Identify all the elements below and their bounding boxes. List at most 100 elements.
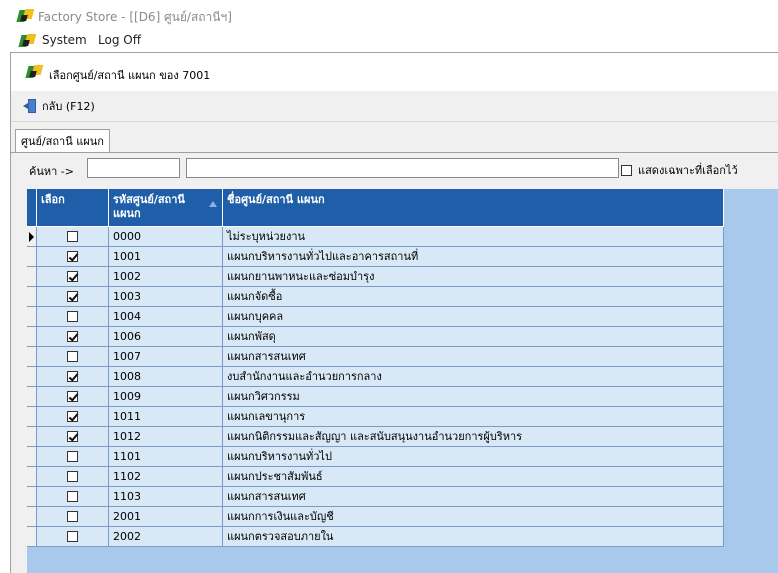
row-select-checkbox[interactable]: [67, 491, 78, 502]
menu-bar: System Log Off: [0, 30, 778, 52]
menu-item-system[interactable]: System: [42, 33, 87, 47]
code-cell[interactable]: 1001: [109, 247, 223, 267]
row-select-checkbox[interactable]: [67, 391, 78, 402]
code-cell[interactable]: 2001: [109, 507, 223, 527]
name-cell[interactable]: แผนกพัสดุ: [223, 327, 724, 347]
name-cell[interactable]: แผนกจัดซื้อ: [223, 287, 724, 307]
row-indicator[interactable]: [27, 287, 37, 307]
table-row[interactable]: 1001 แผนกบริหารงานทั่วไปและอาคารสถานที่: [27, 247, 724, 267]
code-cell[interactable]: 1011: [109, 407, 223, 427]
row-select-checkbox[interactable]: [67, 251, 78, 262]
name-cell[interactable]: ไม่ระบุหน่วยงาน: [223, 227, 724, 247]
search-input[interactable]: [87, 158, 180, 178]
name-cell[interactable]: แผนกวิศวกรรม: [223, 387, 724, 407]
row-select-checkbox[interactable]: [67, 231, 78, 242]
row-select-checkbox[interactable]: [67, 351, 78, 362]
column-header-select[interactable]: เลือก: [37, 189, 109, 227]
code-cell[interactable]: 1008: [109, 367, 223, 387]
row-indicator[interactable]: [27, 327, 37, 347]
name-cell[interactable]: แผนกนิติกรรมและสัญญา และสนับสนุนงานอำนวย…: [223, 427, 724, 447]
table-row[interactable]: 0000 ไม่ระบุหน่วยงาน: [27, 227, 724, 247]
exit-door-icon: [23, 99, 37, 113]
table-row[interactable]: 1102 แผนกประชาสัมพันธ์: [27, 467, 724, 487]
tab-center-department[interactable]: ศูนย์/สถานี แผนก: [15, 129, 110, 152]
select-cell: [37, 287, 109, 307]
name-cell[interactable]: งบสำนักงานและอำนวยการกลาง: [223, 367, 724, 387]
code-cell[interactable]: 0000: [109, 227, 223, 247]
back-button-label: กลับ (F12): [42, 100, 95, 113]
code-cell[interactable]: 1006: [109, 327, 223, 347]
table-row[interactable]: 1009 แผนกวิศวกรรม: [27, 387, 724, 407]
column-header-code-label: รหัสศูนย์/สถานี แผนก: [113, 193, 185, 220]
table-row[interactable]: 1007 แผนกสารสนเทศ: [27, 347, 724, 367]
table-row[interactable]: 1002 แผนกยานพาหนะและซ่อมบำรุง: [27, 267, 724, 287]
table-row[interactable]: 1103 แผนกสารสนเทศ: [27, 487, 724, 507]
row-indicator[interactable]: [27, 307, 37, 327]
column-header-name[interactable]: ชื่อศูนย์/สถานี แผนก: [223, 189, 724, 227]
name-cell[interactable]: แผนกสารสนเทศ: [223, 347, 724, 367]
table-row[interactable]: 1004 แผนกบุคคล: [27, 307, 724, 327]
name-cell[interactable]: แผนกเลขานุการ: [223, 407, 724, 427]
code-cell[interactable]: 1003: [109, 287, 223, 307]
row-indicator[interactable]: [27, 387, 37, 407]
search-input-secondary[interactable]: [186, 158, 619, 178]
row-indicator[interactable]: [27, 427, 37, 447]
name-cell[interactable]: แผนกสารสนเทศ: [223, 487, 724, 507]
code-cell[interactable]: 1012: [109, 427, 223, 447]
table-row[interactable]: 1101 แผนกบริหารงานทั่วไป: [27, 447, 724, 467]
code-cell[interactable]: 1004: [109, 307, 223, 327]
name-cell[interactable]: แผนกบริหารงานทั่วไป: [223, 447, 724, 467]
select-cell: [37, 307, 109, 327]
table-row[interactable]: 2002 แผนกตรวจสอบภายใน: [27, 527, 724, 547]
row-indicator[interactable]: [27, 467, 37, 487]
code-cell[interactable]: 2002: [109, 527, 223, 547]
row-select-checkbox[interactable]: [67, 331, 78, 342]
row-select-checkbox[interactable]: [67, 531, 78, 542]
row-indicator[interactable]: [27, 507, 37, 527]
row-indicator[interactable]: [27, 527, 37, 547]
back-button[interactable]: กลับ (F12): [19, 96, 99, 116]
show-selected-only-toggle[interactable]: แสดงเฉพาะที่เลือกไว้: [621, 161, 738, 179]
row-indicator[interactable]: [27, 227, 37, 247]
menu-item-log-off[interactable]: Log Off: [98, 33, 141, 47]
app-menu-icon[interactable]: [18, 34, 37, 48]
row-indicator[interactable]: [27, 407, 37, 427]
row-select-checkbox[interactable]: [67, 271, 78, 282]
code-cell[interactable]: 1009: [109, 387, 223, 407]
select-cell: [37, 467, 109, 487]
name-cell[interactable]: แผนกบริหารงานทั่วไปและอาคารสถานที่: [223, 247, 724, 267]
table-row[interactable]: 1006 แผนกพัสดุ: [27, 327, 724, 347]
column-header-code[interactable]: รหัสศูนย์/สถานี แผนก: [109, 189, 223, 227]
code-cell[interactable]: 1101: [109, 447, 223, 467]
show-selected-only-checkbox[interactable]: [621, 164, 632, 176]
code-cell[interactable]: 1103: [109, 487, 223, 507]
table-row[interactable]: 1003 แผนกจัดซื้อ: [27, 287, 724, 307]
row-select-checkbox[interactable]: [67, 511, 78, 522]
row-indicator[interactable]: [27, 367, 37, 387]
name-cell[interactable]: แผนกประชาสัมพันธ์: [223, 467, 724, 487]
name-cell[interactable]: แผนกบุคคล: [223, 307, 724, 327]
row-indicator[interactable]: [27, 487, 37, 507]
row-indicator[interactable]: [27, 247, 37, 267]
name-cell[interactable]: แผนกตรวจสอบภายใน: [223, 527, 724, 547]
row-select-checkbox[interactable]: [67, 411, 78, 422]
table-row[interactable]: 1011 แผนกเลขานุการ: [27, 407, 724, 427]
row-select-checkbox[interactable]: [67, 291, 78, 302]
row-select-checkbox[interactable]: [67, 311, 78, 322]
row-select-checkbox[interactable]: [67, 471, 78, 482]
table-row[interactable]: 2001 แผนกการเงินและบัญชี: [27, 507, 724, 527]
row-indicator[interactable]: [27, 447, 37, 467]
code-cell[interactable]: 1002: [109, 267, 223, 287]
row-select-checkbox[interactable]: [67, 451, 78, 462]
table-row[interactable]: 1008 งบสำนักงานและอำนวยการกลาง: [27, 367, 724, 387]
row-indicator[interactable]: [27, 267, 37, 287]
code-cell[interactable]: 1007: [109, 347, 223, 367]
row-select-checkbox[interactable]: [67, 371, 78, 382]
table-row[interactable]: 1012 แผนกนิติกรรมและสัญญา และสนับสนุนงานอ…: [27, 427, 724, 447]
select-cell: [37, 227, 109, 247]
name-cell[interactable]: แผนกการเงินและบัญชี: [223, 507, 724, 527]
name-cell[interactable]: แผนกยานพาหนะและซ่อมบำรุง: [223, 267, 724, 287]
row-select-checkbox[interactable]: [67, 431, 78, 442]
row-indicator[interactable]: [27, 347, 37, 367]
code-cell[interactable]: 1102: [109, 467, 223, 487]
